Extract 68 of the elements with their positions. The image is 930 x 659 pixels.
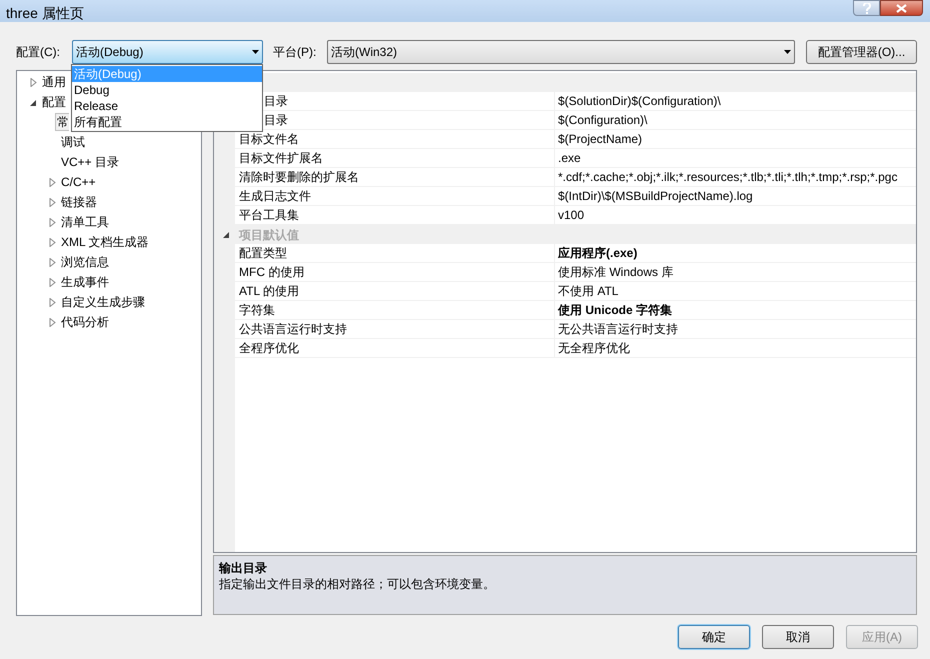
property-name[interactable]: ATL 的使用	[235, 282, 300, 300]
tree-item[interactable]: 生成事件	[61, 274, 109, 290]
tree-item[interactable]: 常	[55, 113, 69, 131]
collapsed-triangle-icon[interactable]	[49, 318, 56, 326]
property-value[interactable]: $(ProjectName)	[555, 130, 916, 149]
property-name[interactable]: 目录	[264, 92, 288, 110]
collapsed-triangle-icon[interactable]	[49, 218, 56, 226]
config-manager-button[interactable]: 配置管理器(O)...	[806, 40, 917, 64]
property-name[interactable]: 清除时要删除的扩展名	[235, 168, 359, 186]
close-button[interactable]	[880, 0, 923, 16]
dialog-button[interactable]: 确定	[678, 625, 750, 649]
collapsed-triangle-icon[interactable]	[49, 198, 56, 206]
collapsed-triangle-icon[interactable]	[30, 78, 37, 86]
property-name[interactable]: 目标文件名	[235, 130, 299, 148]
tree-item[interactable]: C/C++	[61, 174, 96, 190]
property-name[interactable]: 公共语言运行时支持	[235, 320, 347, 338]
config-option[interactable]: Debug	[72, 82, 262, 98]
tree-item[interactable]: 代码分析	[61, 314, 109, 330]
property-value[interactable]: *.cdf;*.cache;*.obj;*.ilk;*.resources;*.tlb;*.tli;*.tlh;*.tmp;*.rsp;*.pgc	[555, 168, 916, 187]
config-label: 配置(C):	[16, 44, 61, 61]
platform-dropdown[interactable]: 活动(Win32)	[327, 40, 795, 64]
collapsed-triangle-icon[interactable]	[49, 238, 56, 246]
config-option[interactable]: 所有配置	[72, 114, 262, 130]
dropdown-arrow-icon	[252, 50, 259, 54]
property-value[interactable]: 不使用 ATL	[555, 282, 916, 301]
tree-item[interactable]: 通用	[42, 74, 66, 90]
property-name[interactable]: 目录	[264, 111, 288, 129]
property-name[interactable]: 配置类型	[235, 244, 287, 262]
help-icon	[862, 2, 870, 14]
expanded-triangle-icon[interactable]	[223, 230, 230, 239]
collapsed-triangle-icon[interactable]	[49, 298, 56, 306]
help-button[interactable]	[853, 0, 880, 16]
property-value[interactable]: $(SolutionDir)$(Configuration)\	[555, 92, 916, 111]
config-dropdown[interactable]: 活动(Debug)	[72, 40, 263, 64]
property-value[interactable]: 应用程序(.exe)	[555, 244, 916, 263]
tree-item[interactable]: 浏览信息	[61, 254, 109, 270]
description-text: 指定输出文件目录的相对路径；可以包含环境变量。	[219, 576, 496, 592]
platform-label: 平台(P):	[273, 44, 318, 61]
collapsed-triangle-icon[interactable]	[49, 258, 56, 266]
property-name[interactable]: 全程序优化	[235, 339, 299, 357]
property-value[interactable]: $(IntDir)\$(MSBuildProjectName).log	[555, 187, 916, 206]
property-value[interactable]: $(Configuration)\	[555, 111, 916, 130]
tree-item[interactable]: 配置	[42, 94, 66, 110]
config-option[interactable]: Release	[72, 98, 262, 114]
property-name[interactable]: 平台工具集	[235, 206, 299, 224]
property-value[interactable]: 无公共语言运行时支持	[555, 320, 916, 339]
description-title: 输出目录	[219, 560, 268, 576]
property-value[interactable]: 无全程序优化	[555, 339, 916, 358]
property-name[interactable]: 生成日志文件	[235, 187, 311, 205]
property-name[interactable]: MFC 的使用	[235, 263, 304, 281]
window-title: three 属性页	[6, 4, 84, 23]
expanded-triangle-icon[interactable]	[30, 98, 37, 106]
property-value[interactable]: .exe	[555, 149, 916, 168]
tree-item[interactable]: XML 文档生成器	[61, 234, 149, 250]
dialog-button[interactable]: 取消	[762, 625, 834, 649]
property-value[interactable]: 使用标准 Windows 库	[555, 263, 916, 282]
tree-item[interactable]: 调试	[61, 134, 85, 150]
collapsed-triangle-icon[interactable]	[49, 278, 56, 286]
tree-item[interactable]: 链接器	[61, 194, 97, 210]
tree-item[interactable]: 清单工具	[61, 214, 109, 230]
property-name[interactable]: 目标文件扩展名	[235, 149, 323, 167]
property-value[interactable]: 使用 Unicode 字符集	[555, 301, 916, 320]
collapsed-triangle-icon[interactable]	[49, 178, 56, 186]
close-icon	[896, 4, 907, 12]
property-name[interactable]: 字符集	[235, 301, 275, 319]
tree-item[interactable]: VC++ 目录	[61, 154, 120, 170]
tree-item[interactable]: 自定义生成步骤	[61, 294, 145, 310]
dropdown-arrow-icon	[784, 50, 791, 54]
